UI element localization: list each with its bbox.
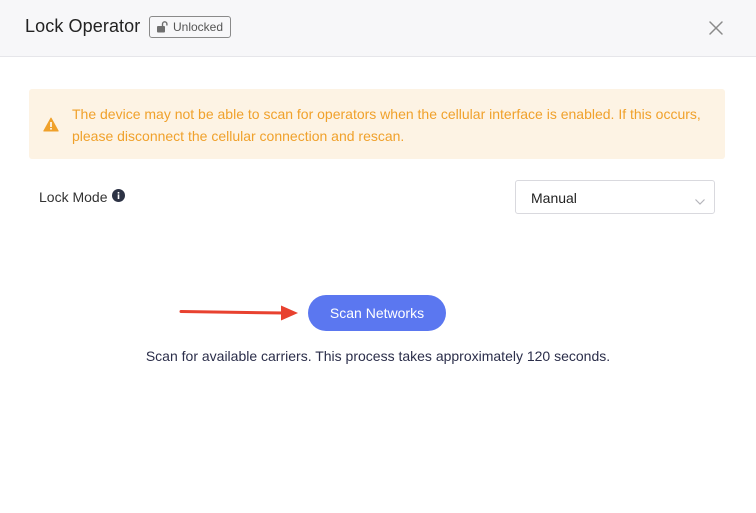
warning-alert: The device may not be able to scan for o… (29, 89, 725, 159)
scan-hint-text: Scan for available carriers. This proces… (145, 348, 611, 364)
scan-networks-button[interactable]: Scan Networks (308, 295, 446, 331)
status-badge-label: Unlocked (173, 20, 224, 34)
warning-icon (43, 117, 59, 137)
warning-text: The device may not be able to scan for o… (72, 106, 701, 144)
lock-mode-label-group: Lock Mode (39, 189, 126, 205)
close-icon[interactable] (707, 19, 725, 37)
lock-mode-selected-value: Manual (531, 190, 577, 206)
dialog-title: Lock Operator (25, 16, 141, 36)
info-icon[interactable] (112, 189, 126, 205)
unlock-icon (156, 21, 169, 33)
dialog-header: Lock Operator Unlocked (0, 0, 756, 57)
lock-mode-label: Lock Mode (39, 189, 108, 205)
lock-mode-select[interactable]: Manual (515, 180, 715, 214)
status-badge: Unlocked (149, 16, 232, 38)
lock-operator-dialog: Lock Operator Unlocked The device may no… (0, 0, 756, 513)
annotation-arrow-icon (178, 302, 300, 329)
chevron-down-icon (694, 193, 706, 211)
